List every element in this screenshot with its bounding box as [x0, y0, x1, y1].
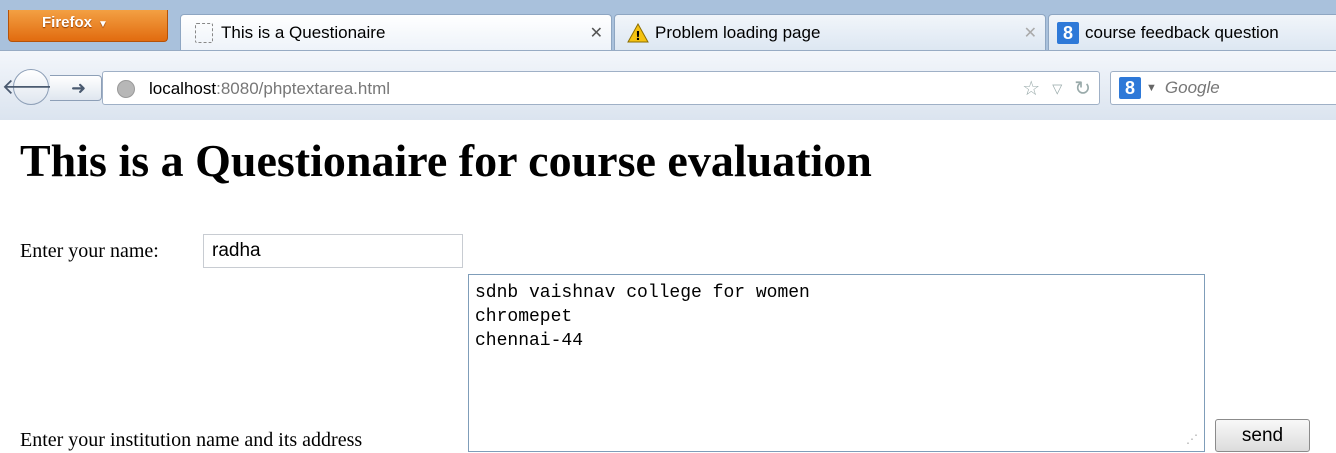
page-title: This is a Questionaire for course evalua… — [20, 135, 872, 186]
url-text[interactable]: localhost:8080/phptextarea.html — [149, 79, 390, 99]
tab-label: Problem loading page — [655, 22, 821, 42]
google-icon[interactable]: 8 — [1119, 77, 1141, 99]
url-bar[interactable]: localhost:8080/phptextarea.html ☆ ▽ ↻ — [102, 71, 1100, 105]
tab-questionaire[interactable]: This is a Questionaire ✕ — [180, 14, 612, 50]
forward-arrow-icon: ➜ — [70, 77, 87, 98]
reload-icon[interactable]: ↻ — [1074, 76, 1091, 101]
history-dropdown-icon[interactable]: ▽ — [1052, 81, 1062, 97]
tab-label: course feedback question — [1085, 22, 1279, 42]
tab-strip: Firefox ▼ This is a Questionaire ✕ ! Prob… — [0, 0, 1336, 50]
name-label: Enter your name: — [20, 240, 159, 262]
search-placeholder: Google — [1164, 78, 1220, 97]
resize-grip-icon[interactable]: ⋰ — [1186, 432, 1198, 446]
forward-button[interactable]: ➜ — [50, 75, 102, 101]
page-content: This is a Questionaire for course evalua… — [0, 120, 1336, 453]
address-textarea[interactable]: sdnb vaishnav college for women chromepe… — [468, 274, 1205, 452]
back-button[interactable]: 🡐 — [2, 69, 61, 105]
bookmark-star-icon[interactable]: ☆ — [1022, 76, 1040, 101]
send-button[interactable]: send — [1215, 419, 1310, 452]
search-engine-dropdown-icon[interactable]: ▼ — [1146, 82, 1157, 94]
address-label: Enter your institution name and its addr… — [20, 429, 363, 451]
firefox-menu-button[interactable]: Firefox ▼ — [8, 10, 168, 42]
warning-icon: ! — [627, 22, 649, 44]
navigation-toolbar: 🡐 ➜ localhost:8080/phptextarea.html ☆ ▽ … — [0, 50, 1336, 120]
url-tools: ☆ ▽ ↻ — [1022, 76, 1091, 101]
firefox-menu-label: Firefox — [42, 14, 93, 31]
url-path: :8080/phptextarea.html — [216, 79, 391, 98]
close-icon[interactable]: ✕ — [1024, 23, 1037, 43]
url-host: localhost — [149, 79, 217, 98]
site-identity-icon[interactable] — [117, 80, 135, 98]
tab-course-feedback[interactable]: 8 course feedback question — [1048, 14, 1336, 50]
svg-text:!: ! — [635, 29, 640, 43]
tab-problem-loading[interactable]: ! Problem loading page ✕ — [614, 14, 1046, 50]
close-icon[interactable]: ✕ — [590, 23, 603, 43]
tab-label: This is a Questionaire — [221, 22, 386, 42]
search-box[interactable]: 8 ▼ Google — [1110, 71, 1336, 105]
blank-page-icon — [193, 22, 215, 44]
name-input[interactable] — [203, 234, 463, 268]
chevron-down-icon: ▼ — [98, 19, 108, 30]
google-icon: 8 — [1057, 21, 1079, 44]
